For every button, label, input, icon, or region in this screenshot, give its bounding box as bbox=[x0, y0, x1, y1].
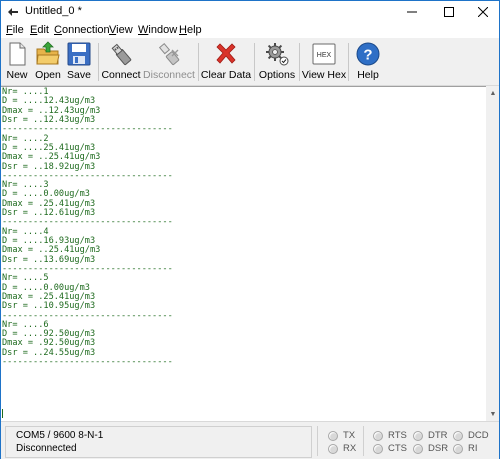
dsr-led-icon bbox=[413, 443, 423, 454]
tx-led-icon bbox=[328, 430, 338, 441]
cts-label: CTS bbox=[388, 443, 407, 454]
dtr-label: DTR bbox=[428, 430, 448, 441]
open-folder-icon bbox=[36, 41, 60, 65]
ri-led-icon bbox=[453, 443, 463, 454]
scroll-up-icon[interactable]: ▲ bbox=[487, 87, 499, 99]
minimize-icon bbox=[407, 11, 417, 13]
dsr-indicator: DSR bbox=[413, 443, 448, 454]
menu-view[interactable]: View bbox=[109, 24, 133, 36]
terminal-text: Nr= ....1 D = ....12.43ug/m3 Dmax = ..12… bbox=[2, 87, 173, 368]
view-hex-button-label: View Hex bbox=[301, 69, 347, 81]
menu-view-label: iew bbox=[116, 24, 133, 36]
dcd-indicator: DCD bbox=[453, 430, 489, 441]
new-file-icon bbox=[9, 42, 26, 66]
ri-label: RI bbox=[468, 443, 478, 454]
connection-state-text: Disconnected bbox=[16, 443, 77, 454]
rts-led-icon bbox=[373, 430, 383, 441]
app-window: Untitled_0 * File Edit Connection View W… bbox=[0, 0, 500, 459]
toolbar-separator bbox=[98, 43, 99, 81]
toolbar-separator bbox=[254, 43, 255, 81]
cts-led-icon bbox=[373, 443, 383, 454]
menu-help-mnemonic: H bbox=[179, 24, 187, 36]
dtr-led-icon bbox=[413, 430, 423, 441]
dcd-label: DCD bbox=[468, 430, 489, 441]
ri-indicator: RI bbox=[453, 443, 478, 454]
rts-indicator: RTS bbox=[373, 430, 407, 441]
menu-window-mnemonic: W bbox=[138, 24, 149, 36]
help-button-label: Help bbox=[357, 69, 379, 81]
options-gear-icon bbox=[266, 43, 289, 66]
tx-label: TX bbox=[343, 430, 356, 441]
maximize-icon bbox=[444, 7, 454, 17]
cts-indicator: CTS bbox=[373, 443, 407, 454]
menu-edit-label: dit bbox=[37, 24, 49, 36]
help-button[interactable]: ? Help bbox=[355, 39, 381, 85]
terminal-output[interactable]: Nr= ....1 D = ....12.43ug/m3 Dmax = ..12… bbox=[1, 86, 486, 422]
menu-help[interactable]: Help bbox=[179, 24, 202, 36]
menu-bar: File Edit Connection View Window Help bbox=[1, 23, 499, 38]
usb-plug-icon bbox=[111, 43, 132, 66]
help-question-icon: ? bbox=[356, 42, 380, 66]
svg-text:?: ? bbox=[363, 47, 372, 64]
connection-status-panel: COM5 / 9600 8-N-1 Disconnected bbox=[5, 426, 312, 458]
save-button[interactable]: Save bbox=[66, 39, 92, 85]
dcd-led-icon bbox=[453, 430, 463, 441]
open-button[interactable]: Open bbox=[34, 39, 62, 85]
app-icon bbox=[8, 8, 18, 16]
save-button-label: Save bbox=[67, 69, 91, 81]
menu-edit[interactable]: Edit bbox=[30, 24, 49, 36]
clear-x-icon bbox=[216, 43, 236, 64]
text-cursor bbox=[2, 409, 3, 418]
toolbar: New Open Save Connect Disconnect Clear D… bbox=[1, 39, 499, 86]
open-button-label: Open bbox=[35, 69, 61, 81]
rts-label: RTS bbox=[388, 430, 407, 441]
scroll-down-icon[interactable]: ▼ bbox=[487, 408, 499, 420]
vertical-scrollbar[interactable]: ▲ ▼ bbox=[487, 87, 499, 421]
status-bar: COM5 / 9600 8-N-1 Disconnected TX RX RTS… bbox=[1, 421, 499, 459]
hex-icon-text: HEX bbox=[317, 52, 332, 59]
new-button-label: New bbox=[6, 69, 28, 81]
maximize-button[interactable] bbox=[433, 1, 465, 23]
status-divider bbox=[317, 426, 318, 456]
close-button[interactable] bbox=[467, 1, 499, 23]
view-hex-button[interactable]: HEX View Hex bbox=[301, 39, 347, 85]
status-divider bbox=[363, 426, 364, 456]
dsr-label: DSR bbox=[428, 443, 449, 454]
menu-help-label: elp bbox=[186, 24, 202, 36]
clear-data-button[interactable]: Clear Data bbox=[200, 39, 252, 85]
disconnect-plug-icon bbox=[158, 42, 180, 66]
new-button[interactable]: New bbox=[5, 39, 29, 85]
menu-file[interactable]: File bbox=[6, 24, 24, 36]
connect-button[interactable]: Connect bbox=[101, 39, 141, 85]
toolbar-separator bbox=[198, 43, 199, 81]
disconnect-button[interactable]: Disconnect bbox=[143, 39, 195, 85]
port-settings-text: COM5 / 9600 8-N-1 bbox=[16, 430, 104, 441]
menu-file-mnemonic: F bbox=[6, 24, 13, 36]
rx-indicator: RX bbox=[328, 443, 356, 454]
menu-window[interactable]: Window bbox=[138, 24, 177, 36]
rx-label: RX bbox=[343, 443, 357, 454]
title-bar: Untitled_0 * bbox=[1, 1, 499, 23]
clear-data-button-label: Clear Data bbox=[200, 69, 252, 81]
hex-view-icon: HEX bbox=[312, 43, 336, 65]
window-title: Untitled_0 * bbox=[25, 5, 82, 17]
toolbar-separator bbox=[348, 43, 349, 81]
options-button-label: Options bbox=[258, 69, 296, 81]
connect-button-label: Connect bbox=[101, 69, 141, 81]
save-disk-icon bbox=[67, 42, 91, 66]
menu-connection-mnemonic: C bbox=[54, 24, 62, 36]
options-button[interactable]: Options bbox=[259, 39, 295, 85]
minimize-button[interactable] bbox=[396, 1, 428, 23]
menu-connection[interactable]: Connection bbox=[54, 24, 110, 36]
tx-indicator: TX bbox=[328, 430, 355, 441]
menu-file-label: ile bbox=[12, 24, 24, 36]
rx-led-icon bbox=[328, 443, 338, 454]
menu-connection-label: onnection bbox=[61, 24, 110, 36]
dtr-indicator: DTR bbox=[413, 430, 448, 441]
menu-window-label: indow bbox=[148, 24, 178, 36]
disconnect-button-label: Disconnect bbox=[143, 69, 195, 81]
close-icon bbox=[478, 7, 488, 17]
toolbar-separator bbox=[299, 43, 300, 81]
